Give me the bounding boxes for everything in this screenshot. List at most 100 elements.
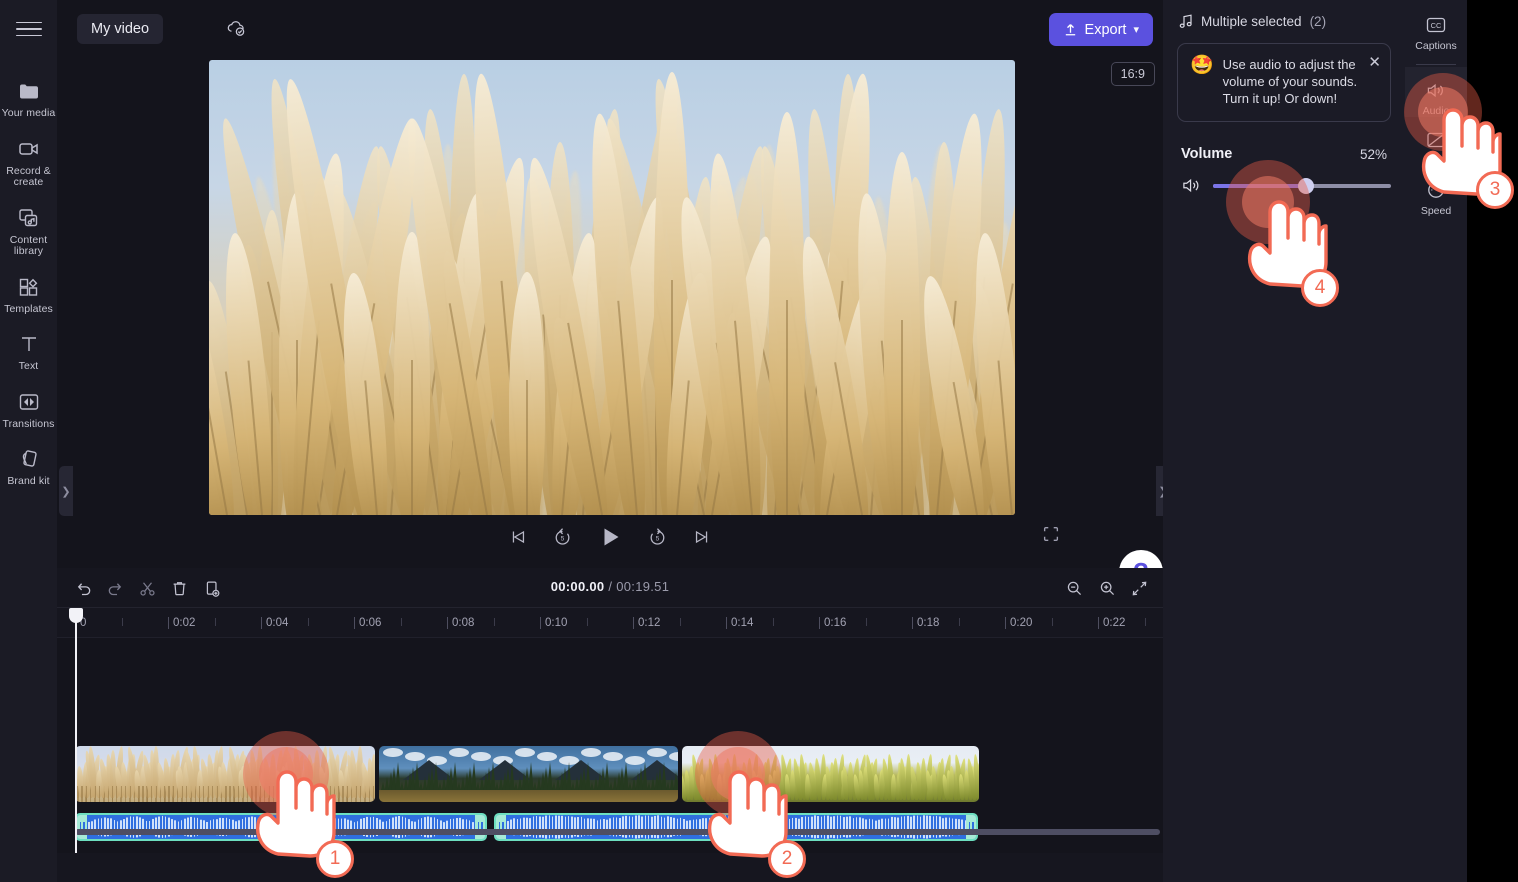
- aspect-ratio-badge[interactable]: 16:9: [1110, 62, 1155, 86]
- ruler-tick: [819, 617, 820, 629]
- ruler-tick-label: 0:14: [731, 617, 754, 629]
- right-rail-captions[interactable]: CC Captions: [1405, 0, 1467, 52]
- table-row: [379, 746, 678, 802]
- ruler-tick: [261, 617, 262, 629]
- media-library-icon: [16, 205, 42, 231]
- fullscreen-icon[interactable]: [1041, 524, 1061, 549]
- transitions-icon: [16, 389, 42, 415]
- sidebar-item-label: Brand kit: [7, 475, 50, 487]
- ruler-tick-label: 0:08: [452, 617, 475, 629]
- svg-text:CC: CC: [1431, 21, 1442, 30]
- playhead[interactable]: [69, 608, 83, 853]
- playhead-handle[interactable]: [69, 608, 83, 623]
- close-icon[interactable]: ✕: [1368, 53, 1381, 71]
- skip-end-icon[interactable]: [692, 527, 712, 547]
- volume-value: 52%: [1359, 146, 1387, 162]
- coach-badge-number: 3: [1489, 179, 1501, 200]
- star-struck-emoji-icon: 🤩: [1190, 55, 1214, 76]
- clip-trim-handle-right[interactable]: [966, 815, 976, 839]
- selected-count: (2): [1309, 14, 1327, 29]
- speaker-icon[interactable]: [1181, 176, 1202, 195]
- hamburger-icon[interactable]: [15, 18, 42, 40]
- ruler-tick-minor: [586, 618, 588, 626]
- ruler-tick-minor: [307, 618, 309, 626]
- cloud-saved-icon[interactable]: [225, 18, 247, 43]
- right-rail-label: Captions: [1415, 40, 1457, 52]
- ruler-tick: [726, 617, 727, 629]
- brand-kit-icon: [16, 446, 42, 472]
- fit-screen-icon[interactable]: [1128, 577, 1150, 599]
- zoom-out-icon[interactable]: [1063, 577, 1085, 599]
- templates-icon: [16, 274, 42, 300]
- sidebar-item-brand-kit[interactable]: Brand kit: [0, 446, 57, 488]
- ruler-tick: [1098, 617, 1099, 629]
- ruler-tick: [447, 617, 448, 629]
- coach-badge-4: 4: [1301, 269, 1339, 307]
- video-preview[interactable]: [209, 60, 1015, 515]
- top-toolbar: My video Export ▾: [57, 0, 1163, 58]
- ruler-tick-label: 0:02: [173, 617, 196, 629]
- sidebar-item-templates[interactable]: Templates: [0, 274, 57, 316]
- tip-text: Use audio to adjust the volume of your s…: [1222, 57, 1358, 106]
- chevron-down-icon: ▾: [1133, 24, 1139, 36]
- ruler-tick: [912, 617, 913, 629]
- ruler-tick: [540, 617, 541, 629]
- coach-badge-number: 2: [781, 848, 793, 869]
- left-sidebar: Your media Record & create Content libra…: [0, 0, 57, 882]
- timecode-display: 00:00.00 / 00:19.51: [57, 579, 1163, 594]
- video-camera-icon: [16, 136, 42, 162]
- ruler-tick-minor: [865, 618, 867, 626]
- zoom-in-icon[interactable]: [1096, 577, 1118, 599]
- coach-badge-number: 4: [1314, 277, 1326, 298]
- sidebar-item-transitions[interactable]: Transitions: [0, 389, 57, 431]
- ruler-tick: [354, 617, 355, 629]
- sidebar-item-content-library[interactable]: Content library: [0, 205, 57, 258]
- ruler-tick-minor: [1144, 618, 1146, 626]
- export-label: Export: [1084, 21, 1127, 38]
- ruler-tick-minor: [679, 618, 681, 626]
- sidebar-item-label: Content library: [9, 233, 48, 257]
- clip-trim-handle-right[interactable]: [475, 815, 485, 839]
- ruler-tick-minor: [121, 618, 123, 626]
- coach-badge-1: 1: [316, 840, 354, 878]
- sidebar-item-text[interactable]: Text: [0, 331, 57, 373]
- timeline-ruler[interactable]: 0 0:02 0:04 0:06 0:08 0:10 0:12 0:14 0:16 0:18 0:2…: [57, 608, 1163, 638]
- ruler-tick-label: 0:16: [824, 617, 847, 629]
- total-time: 00:19.51: [616, 579, 670, 594]
- ruler-tick-label: 0:06: [359, 617, 382, 629]
- timeline: 00:00.00 / 00:19.51 0 0:02 0:04 0:06 0:08 0:1…: [57, 568, 1163, 882]
- clip-trim-handle-left[interactable]: [496, 815, 506, 839]
- ruler-tick: [633, 617, 634, 629]
- export-button[interactable]: Export ▾: [1048, 13, 1153, 46]
- volume-label: Volume: [1181, 146, 1233, 162]
- text-icon: [16, 331, 42, 357]
- sidebar-item-label: Templates: [4, 302, 53, 315]
- divider: [1416, 64, 1456, 65]
- properties-panel: Multiple selected (2) 🤩 Use audio to adj…: [1163, 0, 1405, 882]
- project-title[interactable]: My video: [77, 14, 164, 44]
- ruler-tick-minor: [400, 618, 402, 626]
- rewind-5-icon[interactable]: 5: [552, 527, 573, 548]
- sidebar-item-label: Text: [18, 360, 39, 372]
- sidebar-item-record-create[interactable]: Record & create: [0, 136, 57, 189]
- sidebar-item-label: Record & create: [6, 164, 51, 188]
- ruler-tick: [168, 617, 169, 629]
- collapse-left-panel-handle[interactable]: ❯: [59, 466, 73, 516]
- folder-icon: [16, 78, 42, 104]
- ruler-tick-minor: [772, 618, 774, 626]
- sidebar-item-your-media[interactable]: Your media: [0, 78, 57, 120]
- timeline-horizontal-scrollbar[interactable]: [75, 829, 1160, 835]
- sidebar-item-label: Transitions: [2, 417, 55, 430]
- preview-stage: 16:9 ❯ ❯ 5: [57, 58, 1170, 630]
- clip-trim-handle-left[interactable]: [77, 815, 87, 839]
- coach-badge-2: 2: [768, 840, 806, 878]
- ruler-tick-label: 0:12: [638, 617, 661, 629]
- ruler-tick-label: 0:18: [917, 617, 940, 629]
- play-icon[interactable]: [597, 524, 623, 550]
- clipchamp-editor: Your media Record & create Content libra…: [0, 0, 1518, 882]
- ruler-tick: [1005, 617, 1006, 629]
- skip-start-icon[interactable]: [508, 527, 528, 547]
- ruler-tick-minor: [493, 618, 495, 626]
- timeline-tracks: [57, 608, 1163, 853]
- forward-5-icon[interactable]: 5: [647, 527, 668, 548]
